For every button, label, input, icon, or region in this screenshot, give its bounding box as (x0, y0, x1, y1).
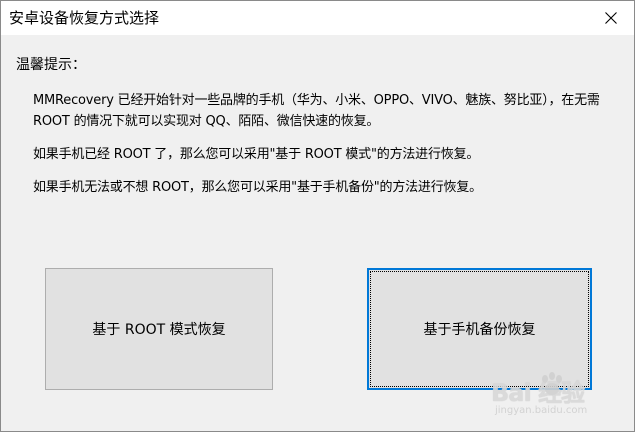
window-title: 安卓设备恢复方式选择 (9, 9, 160, 27)
phone-backup-recovery-label: 基于手机备份恢复 (423, 322, 536, 338)
root-mode-recovery-label: 基于 ROOT 模式恢复 (92, 322, 226, 338)
tips-heading: 温馨提示： (16, 57, 86, 73)
tip-paragraph-root: 如果手机已经 ROOT 了，那么您可以采用"基于 ROOT 模式"的方法进行恢复… (33, 147, 480, 162)
title-bar[interactable]: 安卓设备恢复方式选择 (1, 1, 634, 35)
tip-paragraph-backup: 如果手机无法或不想 ROOT，那么您可以采用"基于手机备份"的方法进行恢复。 (33, 180, 482, 195)
tip-paragraph-brands: MMRecovery 已经开始针对一些品牌的手机（华为、小米、OPPO、VIVO… (33, 93, 600, 129)
close-icon (605, 12, 617, 24)
watermark-brand: Bai 经验 (491, 379, 585, 407)
watermark-url: jingyan.baidu.com (495, 405, 588, 416)
baidu-jingyan-watermark: Bai 经验 jingyan.baidu.com (481, 367, 631, 427)
paw-logo-icon (542, 372, 562, 395)
close-button[interactable] (588, 1, 634, 35)
root-mode-recovery-button[interactable]: 基于 ROOT 模式恢复 (45, 268, 273, 390)
dialog-window: 安卓设备恢复方式选择 温馨提示： MMRecovery 已经开始针对一些品牌的手… (0, 0, 635, 432)
